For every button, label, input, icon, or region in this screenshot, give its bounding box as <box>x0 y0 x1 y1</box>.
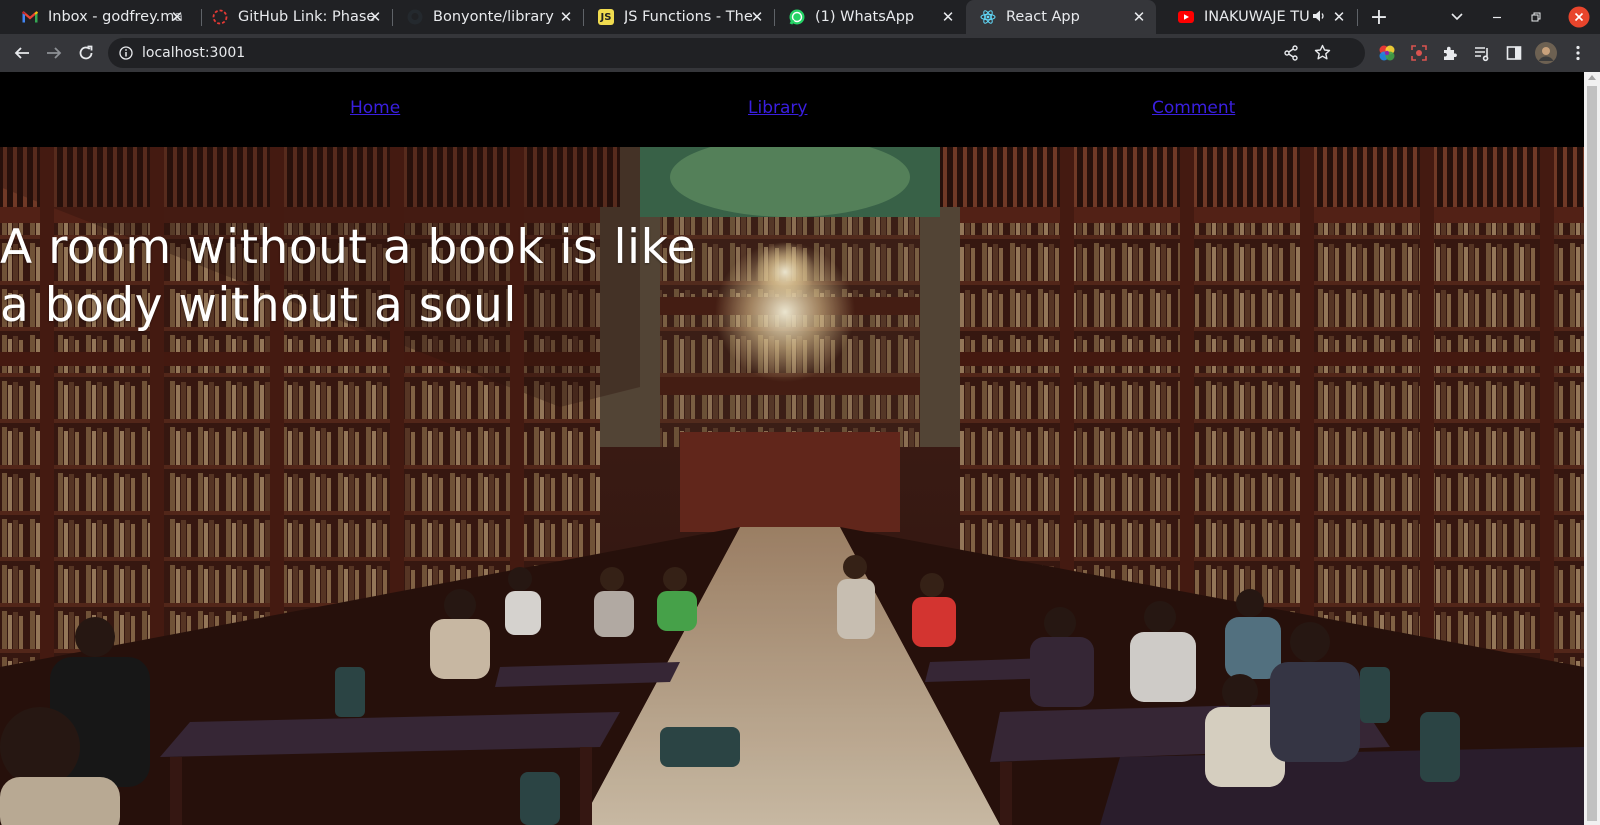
minimize-window-icon[interactable] <box>1482 0 1512 34</box>
restore-window-icon[interactable] <box>1521 0 1551 34</box>
close-tab-icon[interactable]: ✕ <box>366 8 384 26</box>
hero-quote: A room without a book is like a body wit… <box>0 219 696 335</box>
close-tab-icon[interactable]: ✕ <box>1330 8 1348 26</box>
nav-link-home[interactable]: Home <box>350 98 400 118</box>
browser-toolbar: localhost:3001 <box>0 34 1600 72</box>
tab-react-app[interactable]: React App ✕ <box>966 0 1156 34</box>
url-text: localhost:3001 <box>142 45 246 61</box>
js-icon: JS <box>598 9 614 25</box>
whatsapp-icon <box>789 9 805 25</box>
address-bar[interactable]: localhost:3001 <box>108 38 1365 68</box>
chrome-menu-icon[interactable] <box>1563 34 1593 72</box>
youtube-icon <box>1178 9 1194 25</box>
loading-icon <box>212 9 228 25</box>
hero-quote-line-2: a body without a soul <box>0 278 517 333</box>
share-icon[interactable] <box>1283 45 1299 65</box>
hero-quote-line-1: A room without a book is like <box>0 220 697 275</box>
react-icon <box>980 9 996 25</box>
tab-bonyonte-library[interactable]: Bonyonte/library ✕ <box>393 0 583 34</box>
new-tab-button[interactable]: + <box>1364 0 1394 34</box>
profile-avatar[interactable] <box>1531 34 1561 72</box>
page-scrollbar[interactable] <box>1584 72 1600 825</box>
tab-youtube[interactable]: INAKUWAJE TU ✕ <box>1166 0 1356 34</box>
scrollbar-thumb[interactable] <box>1587 86 1597 821</box>
reload-button[interactable] <box>71 34 101 72</box>
close-window-button[interactable] <box>1564 0 1594 34</box>
nav-link-comment[interactable]: Comment <box>1152 98 1235 118</box>
bookmark-star-icon[interactable] <box>1314 44 1331 65</box>
back-button[interactable] <box>7 34 37 72</box>
close-tab-icon[interactable]: ✕ <box>168 8 186 26</box>
close-tab-icon[interactable]: ✕ <box>1130 8 1148 26</box>
reading-list-icon[interactable] <box>1467 34 1497 72</box>
tab-search-chevron-icon[interactable] <box>1442 0 1472 34</box>
tab-js-functions[interactable]: JS JS Functions - The ✕ <box>584 0 774 34</box>
github-icon <box>407 9 423 25</box>
site-navbar: Home Library Comment <box>0 72 1584 147</box>
page-viewport: Home Library Comment A room without a bo… <box>0 72 1584 825</box>
side-panel-icon[interactable] <box>1499 34 1529 72</box>
site-info-icon[interactable] <box>118 45 134 61</box>
close-tab-icon[interactable]: ✕ <box>748 8 766 26</box>
close-tab-icon[interactable]: ✕ <box>557 8 575 26</box>
close-tab-icon[interactable]: ✕ <box>939 8 957 26</box>
tab-strip: Inbox - godfrey.ma ✕ GitHub Link: Phase … <box>0 0 1600 34</box>
tab-whatsapp[interactable]: (1) WhatsApp ✕ <box>775 0 965 34</box>
forward-button[interactable] <box>39 34 69 72</box>
nav-link-library[interactable]: Library <box>748 98 807 118</box>
audio-playing-icon[interactable] <box>1312 9 1326 27</box>
gmail-icon <box>22 9 38 25</box>
tab-github-link[interactable]: GitHub Link: Phase ✕ <box>202 0 392 34</box>
screen-recorder-extension-icon[interactable] <box>1404 34 1434 72</box>
scroll-up-arrow-icon[interactable] <box>1588 75 1596 80</box>
hero-section: A room without a book is like a body wit… <box>0 147 1584 825</box>
tab-gmail[interactable]: Inbox - godfrey.ma ✕ <box>12 0 194 34</box>
extensions-puzzle-icon[interactable] <box>1435 34 1465 72</box>
color-picker-extension-icon[interactable] <box>1372 34 1402 72</box>
